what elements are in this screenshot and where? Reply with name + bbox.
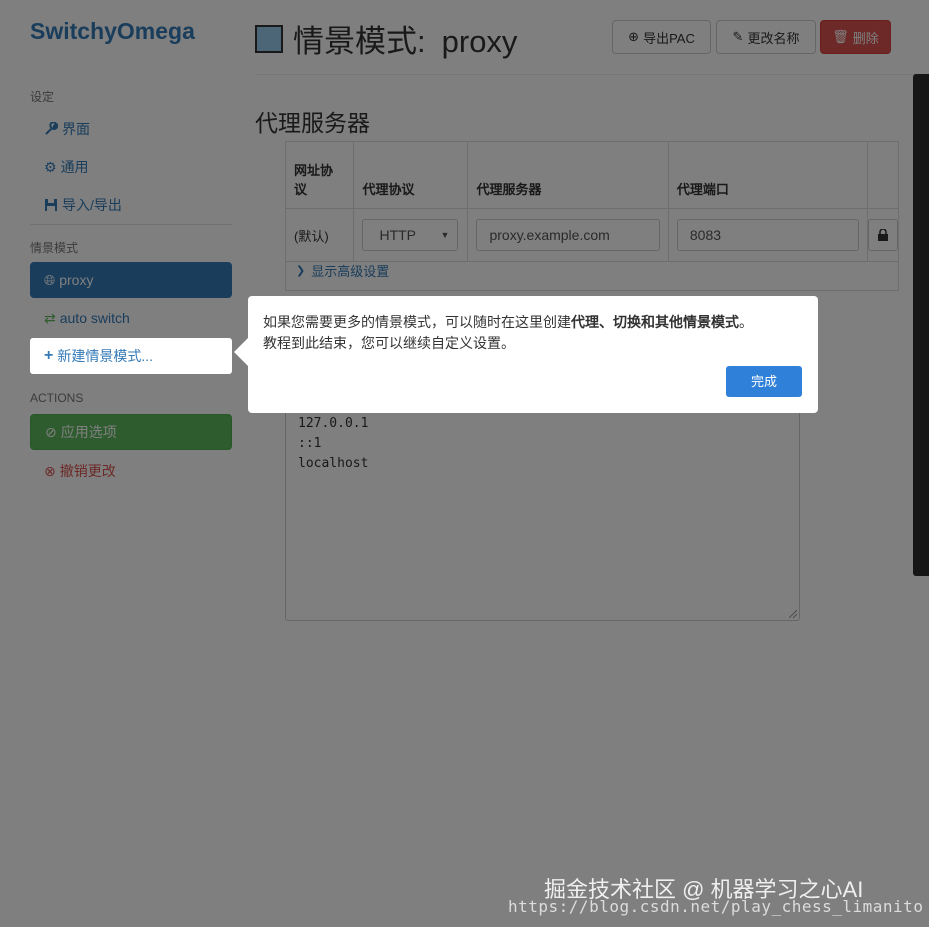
tutorial-done-button[interactable]: 完成 [726, 366, 802, 397]
new-profile-button[interactable]: + 新建情景模式... [30, 338, 232, 374]
popover-arrow [234, 338, 248, 366]
tutorial-text-line2: 教程到此结束，您可以继续自定义设置。 [263, 335, 515, 351]
watermark-url: https://blog.csdn.net/play_chess_limanit… [508, 897, 924, 916]
tutorial-popover: 如果您需要更多的情景模式，可以随时在这里创建代理、切换和其他情景模式。 教程到此… [234, 296, 818, 413]
tutorial-text: 如果您需要更多的情景模式，可以随时在这里创建代理、切换和其他情景模式。 [263, 314, 753, 330]
tutorial-backdrop[interactable] [0, 0, 929, 927]
plus-icon: + [44, 347, 54, 364]
